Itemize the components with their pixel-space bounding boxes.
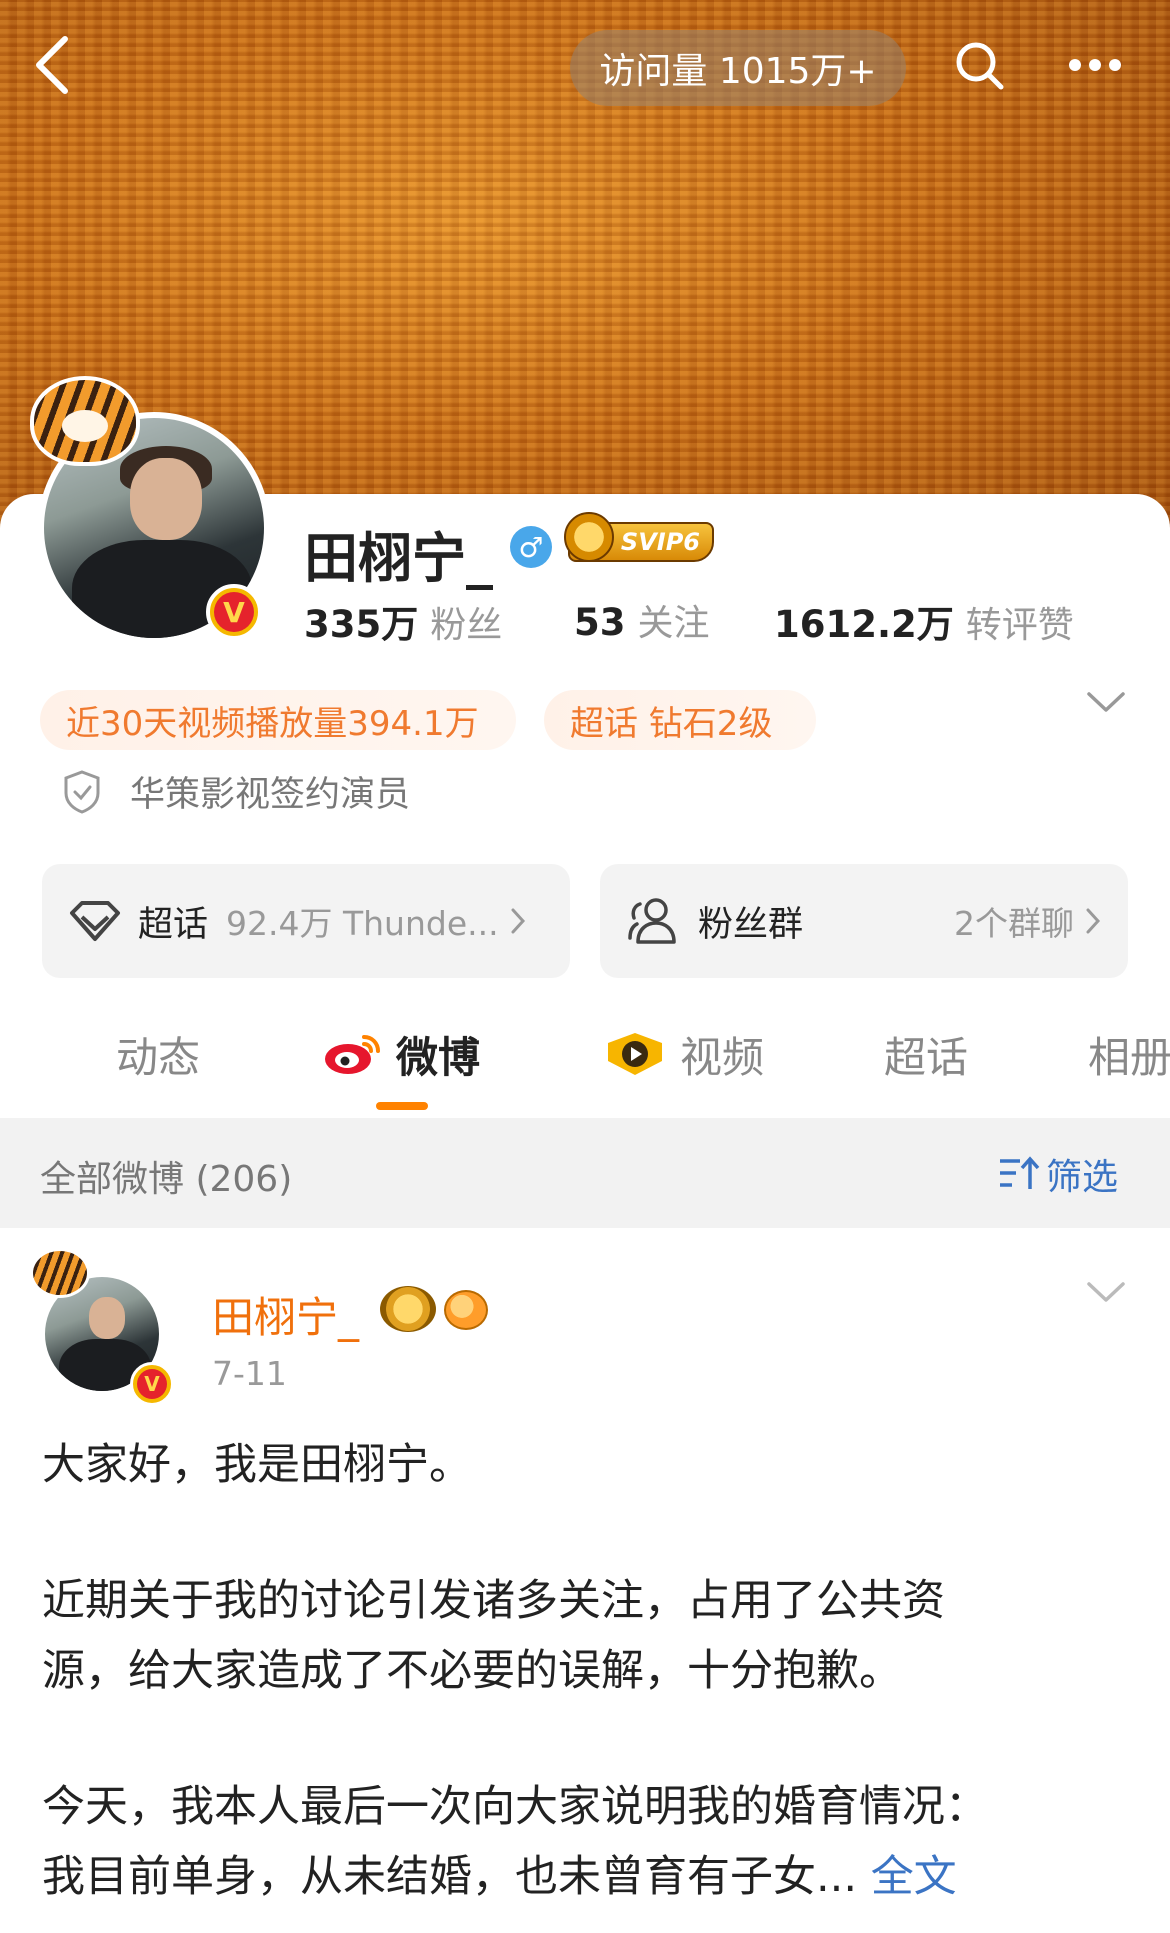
tiger-pendant-icon — [30, 1248, 90, 1298]
video-plays-pill[interactable]: 近30天视频播放量394.1万 — [40, 690, 516, 750]
following-stat[interactable]: 53 关注 — [574, 594, 710, 646]
search-button[interactable] — [948, 34, 1010, 96]
tiger-pendant-icon — [30, 376, 140, 466]
chevron-right-icon — [511, 908, 525, 934]
back-arrow-icon — [36, 36, 68, 94]
tab-album[interactable]: 相册 — [1088, 1014, 1170, 1094]
filter-bar: 全部微博 (206) 筛选 — [0, 1118, 1170, 1228]
more-icon — [1069, 59, 1121, 71]
tab-supertopic[interactable]: 超话 — [884, 1014, 968, 1094]
fan-group-icon — [628, 898, 676, 944]
verified-v-icon: V — [130, 1362, 174, 1406]
filter-button[interactable]: 筛选 — [998, 1148, 1118, 1200]
chevron-right-icon — [1086, 908, 1101, 934]
profile-tabs: 动态 微博 视频 超话 相册 — [0, 1014, 1170, 1110]
post-avatar[interactable]: V — [30, 1248, 174, 1406]
fan-group-label: 粉丝群 — [698, 904, 804, 945]
verified-v-icon: V — [206, 584, 262, 640]
post-paragraph: 大家好，我是田栩宁。 — [42, 1440, 472, 1490]
shield-icon — [64, 769, 100, 814]
followers-stat[interactable]: 335万 粉丝 — [304, 594, 502, 648]
diamond-icon — [70, 901, 120, 941]
fan-group-subtitle: 2个群聊 — [954, 904, 1074, 943]
read-more-link[interactable]: 全文 — [871, 1852, 957, 1902]
crown-icon — [564, 512, 614, 562]
more-button[interactable] — [1064, 34, 1126, 96]
supertopic-subtitle: 92.4万 Thunde... — [226, 904, 499, 943]
supertopic-label: 超话 — [138, 904, 209, 945]
weibo-logo-icon — [325, 1035, 380, 1074]
male-gender-icon: ♂ — [510, 526, 552, 568]
chevron-down-icon — [1087, 692, 1125, 712]
all-posts-count[interactable]: 全部微博 (206) — [40, 1150, 292, 1202]
signature-row: 华策影视签约演员 — [62, 766, 410, 817]
reposts-stat[interactable]: 1612.2万 转评赞 — [774, 594, 1074, 648]
vip-crown-icon — [380, 1286, 436, 1332]
fish-badge-icon — [444, 1290, 488, 1330]
signature-text: 华策影视签约演员 — [130, 775, 411, 815]
fan-group-box[interactable]: 粉丝群 2个群聊 — [600, 864, 1128, 978]
tab-feed[interactable]: 动态 — [116, 1014, 200, 1094]
filter-icon — [1000, 1156, 1040, 1189]
post-paragraph: 我目前单身，从未结婚，也未曾育有子女... 全文 — [42, 1852, 957, 1902]
profile-name: 田栩宁_ — [304, 527, 493, 590]
active-tab-indicator — [376, 1102, 428, 1110]
back-button[interactable] — [22, 34, 84, 96]
expand-profile-button[interactable] — [1086, 690, 1136, 740]
post-paragraph: 源，给大家造成了不必要的误解，十分抱歉。 — [42, 1646, 902, 1696]
post-text[interactable]: 大家好，我是田栩宁。 近期关于我的讨论引发诸多关注，占用了公共资 源，给大家造成… — [42, 1430, 1132, 1912]
post-paragraph: 今天，我本人最后一次向大家说明我的婚育情况： — [42, 1782, 988, 1832]
search-icon — [956, 42, 1004, 90]
post-author-name[interactable]: 田栩宁_ — [212, 1284, 359, 1345]
visit-count-badge[interactable]: 访问量 1015万+ — [570, 30, 906, 106]
supertopic-level-pill[interactable]: 超话 钻石2级 — [544, 690, 816, 750]
post-paragraph: 近期关于我的讨论引发诸多关注，占用了公共资 — [42, 1576, 945, 1626]
chevron-down-icon — [1087, 1282, 1125, 1302]
profile-avatar[interactable]: V — [30, 376, 270, 648]
post-menu-button[interactable] — [1086, 1280, 1136, 1330]
post-date: 7-11 — [212, 1354, 287, 1393]
tab-video[interactable]: 视频 — [604, 1014, 764, 1094]
tab-weibo[interactable]: 微博 — [322, 1014, 480, 1094]
supertopic-box[interactable]: 超话 92.4万 Thunde... — [42, 864, 570, 978]
video-play-icon — [608, 1033, 662, 1075]
svip-badge[interactable]: SVIP6 — [564, 512, 714, 562]
